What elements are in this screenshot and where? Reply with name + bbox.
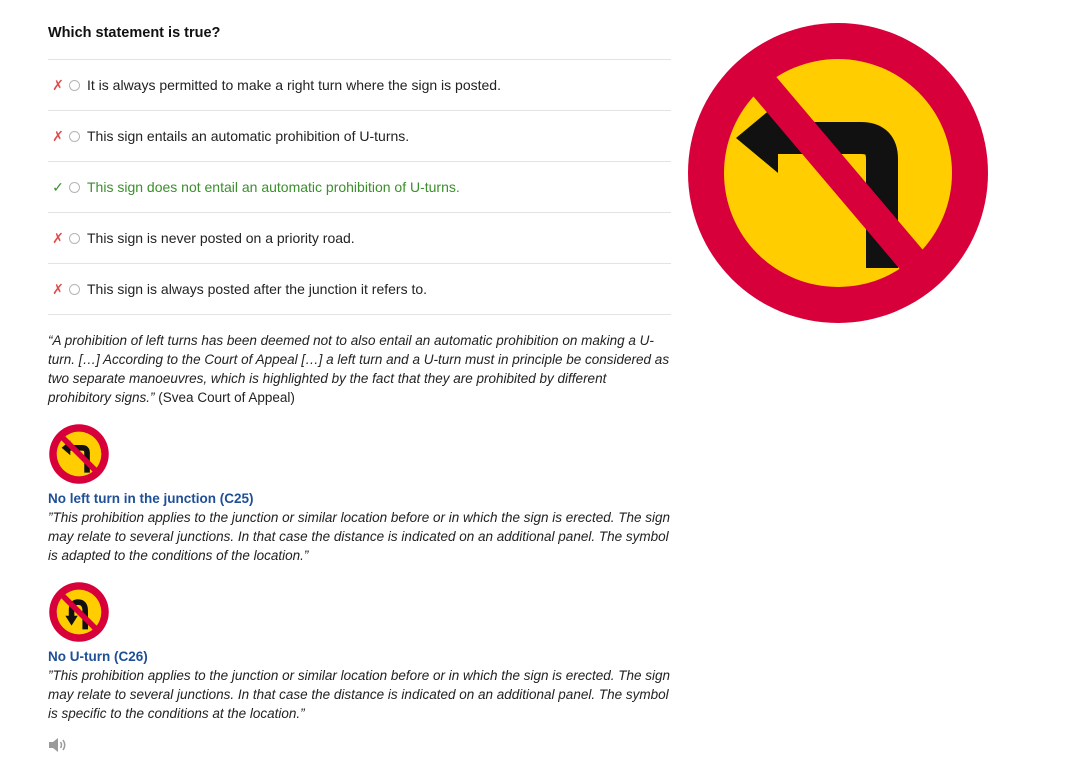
wrong-mark-icon: ✗ bbox=[52, 280, 64, 297]
wrong-mark-icon: ✗ bbox=[52, 229, 64, 246]
sign-description: ”This prohibition applies to the junctio… bbox=[48, 510, 671, 563]
radio-button[interactable] bbox=[69, 232, 80, 244]
court-quote-text: “A prohibition of left turns has been de… bbox=[48, 333, 670, 405]
sign-entry-c25: No left turn in the junction (C25) ”This… bbox=[48, 423, 671, 565]
answer-option-text: This sign does not entail an automatic p… bbox=[87, 179, 460, 195]
answer-option-text: It is always permitted to make a right t… bbox=[87, 77, 501, 93]
speaker-icon[interactable] bbox=[48, 737, 68, 753]
answer-option-3[interactable]: ✓ This sign does not entail an automatic… bbox=[48, 162, 671, 213]
answer-option-text: This sign is never posted on a priority … bbox=[87, 230, 355, 246]
quote-source: (Svea Court of Appeal) bbox=[154, 390, 295, 405]
no-left-turn-sign-icon bbox=[688, 23, 988, 323]
wrong-mark-icon: ✗ bbox=[52, 127, 64, 144]
no-left-turn-sign-icon bbox=[49, 424, 109, 484]
answer-option-2[interactable]: ✗ This sign entails an automatic prohibi… bbox=[48, 111, 671, 162]
answer-option-4[interactable]: ✗ This sign is never posted on a priorit… bbox=[48, 213, 671, 264]
radio-button[interactable] bbox=[69, 283, 80, 295]
answer-option-text: This sign is always posted after the jun… bbox=[87, 281, 428, 297]
sign-entry-c26: No U-turn (C26) ”This prohibition applie… bbox=[48, 581, 671, 723]
answer-option-text: This sign entails an automatic prohibiti… bbox=[87, 128, 410, 144]
no-u-turn-sign-icon bbox=[49, 582, 109, 642]
answer-option-5[interactable]: ✗ This sign is always posted after the j… bbox=[48, 264, 671, 315]
sign-description: ”This prohibition applies to the junctio… bbox=[48, 668, 671, 721]
quiz-page: Which statement is true? ✗ It is always … bbox=[0, 0, 1082, 774]
radio-button[interactable] bbox=[69, 79, 80, 91]
wrong-mark-icon: ✗ bbox=[52, 76, 64, 93]
sign-title: No left turn in the junction (C25) bbox=[48, 491, 254, 506]
radio-button[interactable] bbox=[69, 130, 80, 142]
explanation-quote: “A prohibition of left turns has been de… bbox=[48, 331, 671, 407]
answer-options: ✗ It is always permitted to make a right… bbox=[48, 59, 671, 315]
sign-title: No U-turn (C26) bbox=[48, 649, 148, 664]
question-title: Which statement is true? bbox=[48, 25, 221, 41]
question-panel: Which statement is true? ✗ It is always … bbox=[48, 0, 671, 753]
answer-option-1[interactable]: ✗ It is always permitted to make a right… bbox=[48, 60, 671, 111]
correct-mark-icon: ✓ bbox=[52, 178, 64, 195]
radio-button[interactable] bbox=[69, 181, 80, 193]
